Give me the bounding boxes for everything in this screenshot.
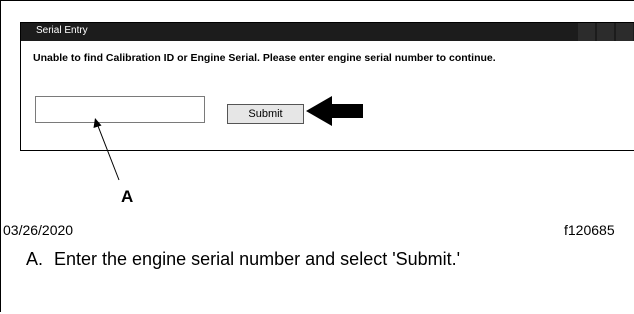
pointer-arrow-icon bbox=[306, 96, 363, 126]
callout-label: A bbox=[121, 187, 134, 206]
caption-marker: A. bbox=[26, 249, 44, 269]
figure-date: 03/26/2020 bbox=[3, 222, 74, 238]
figure-id: f120685 bbox=[564, 222, 615, 238]
caption-text: Enter the engine serial number and selec… bbox=[54, 249, 461, 269]
callout-leader-line bbox=[93, 118, 120, 181]
